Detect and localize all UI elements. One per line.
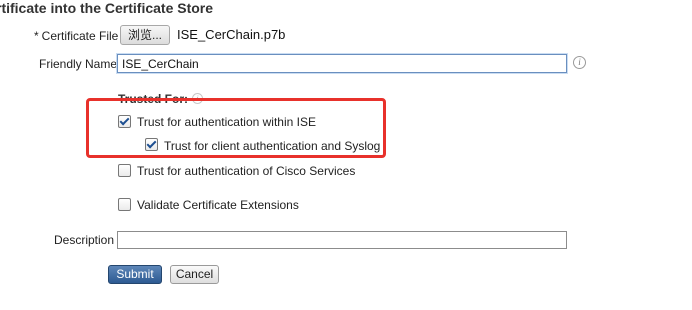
trust-ise-auth-label: Trust for authentication within ISE — [137, 115, 316, 129]
page-title: rtificate into the Certificate Store — [0, 0, 214, 16]
description-input[interactable] — [117, 231, 567, 249]
submit-button[interactable]: Submit — [108, 265, 162, 284]
trust-ise-auth-checkbox[interactable] — [118, 115, 131, 128]
selected-file-name: ISE_CerChain.p7b — [177, 27, 286, 42]
trust-client-syslog-checkbox[interactable] — [145, 138, 158, 151]
trust-cisco-services-label: Trust for authentication of Cisco Servic… — [137, 164, 356, 178]
validate-extensions-label: Validate Certificate Extensions — [137, 198, 299, 212]
info-icon: i — [573, 56, 586, 69]
friendly-name-input[interactable] — [117, 54, 567, 73]
description-label: Description — [54, 233, 115, 247]
certificate-file-label-text: Certificate File — [41, 29, 119, 43]
browse-button[interactable]: 浏览... — [120, 25, 170, 45]
cancel-button[interactable]: Cancel — [170, 265, 219, 284]
trust-cisco-services-checkbox[interactable] — [118, 164, 131, 177]
certificate-file-label: * Certificate File — [34, 29, 118, 43]
trust-client-syslog-label: Trust for client authentication and Sysl… — [164, 139, 381, 153]
required-marker: * — [34, 29, 39, 43]
validate-extensions-checkbox[interactable] — [118, 198, 131, 211]
friendly-name-label: Friendly Name — [39, 57, 118, 71]
